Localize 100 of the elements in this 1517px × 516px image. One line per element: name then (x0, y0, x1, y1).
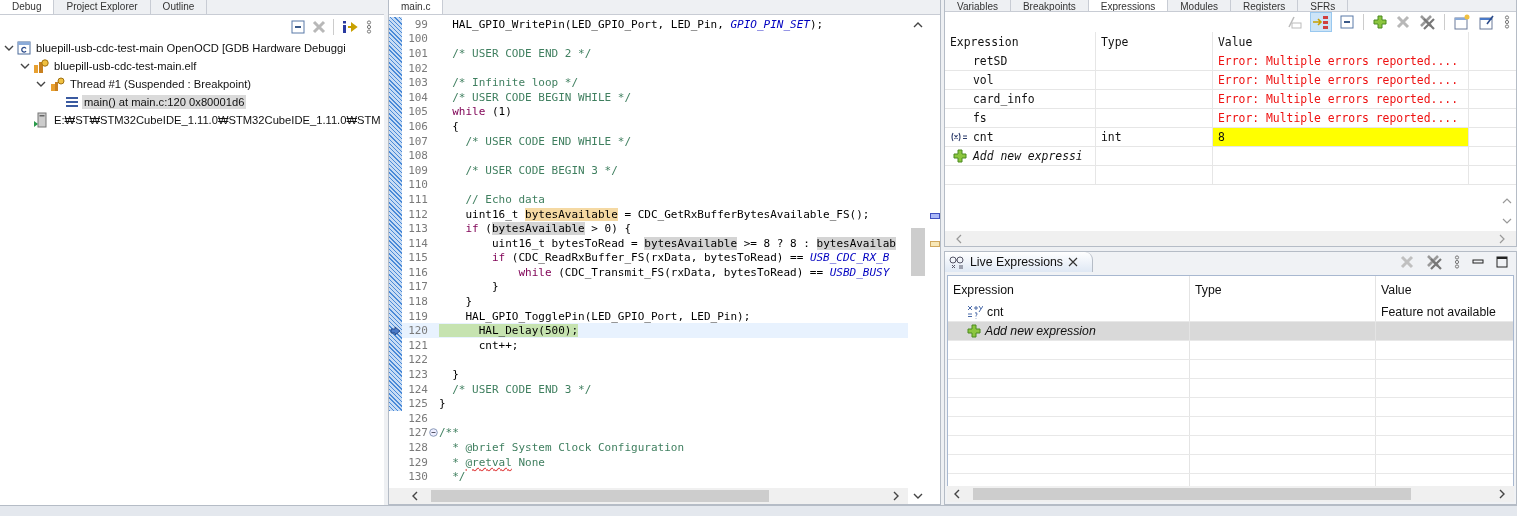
scroll-up-icon[interactable] (913, 21, 923, 29)
code-line: HAL_GPIO_WritePin(LED_GPIO_Port, LED_Pin, GPIO_PIN_SET); (451, 17, 824, 31)
scroll-right-icon[interactable] (1498, 489, 1506, 499)
code-line: uint16_t bytesAvailable = CDC_GetRxBufferBytesAvailable_FS(); (464, 207, 870, 221)
view-tab[interactable]: Expressions (1088, 0, 1169, 12)
code-line: */ (451, 470, 466, 484)
expression-name: cnt (987, 305, 1004, 319)
view-tab[interactable]: Project Explorer (54, 0, 151, 14)
value-text: Error: Multiple errors reported.... (1218, 53, 1459, 68)
line-number: 108 (407, 149, 428, 163)
menu-icon[interactable] (1504, 15, 1510, 30)
server-icon (33, 112, 49, 128)
tree-item[interactable]: bluepill-usb-cdc-test-main.elf (52, 59, 199, 73)
code-line: } (490, 280, 499, 294)
code-line: while (CDC_Transmit_FS(rxData, bytesToRead) == USBD_BUSY (517, 265, 890, 279)
pin-window-icon[interactable] (1479, 14, 1495, 31)
column-header[interactable]: Value (1213, 31, 1469, 52)
expression-name[interactable]: Add new expressi (973, 148, 1083, 163)
tree-item[interactable]: E:₩ST₩STM32CubeIDE_1.11.0₩STM32CubeIDE_1.11.0₩STM (52, 113, 383, 127)
line-number: 112 (407, 207, 428, 221)
scrollbar-thumb[interactable] (911, 228, 925, 276)
occurrence-marker[interactable] (930, 241, 940, 247)
column-header[interactable]: Expression (948, 276, 1190, 303)
add-icon[interactable] (1373, 15, 1387, 30)
line-number: 99 (413, 17, 428, 31)
value-text: Error: Multiple errors reported.... (1218, 110, 1459, 125)
fold-toggle-icon[interactable] (429, 428, 438, 438)
expand-toggle-icon[interactable] (20, 61, 30, 71)
column-header[interactable]: Type (1096, 31, 1213, 52)
editor-tab[interactable]: main.c (389, 0, 444, 14)
process-gear-icon (33, 58, 49, 74)
code-line: /* USER CODE END 2 */ (451, 47, 592, 60)
glasses-icon (949, 255, 965, 269)
scroll-left-icon[interactable] (953, 489, 961, 499)
expression-name: cnt (973, 129, 994, 144)
collapse-all-icon[interactable] (1340, 15, 1354, 30)
column-header[interactable]: Expression (945, 31, 1096, 52)
code-line: } (464, 295, 473, 309)
line-number: 118 (407, 295, 428, 309)
line-number: 120 (407, 324, 428, 338)
line-number: 103 (407, 76, 428, 90)
maximize-icon[interactable] (1496, 256, 1508, 268)
tree-item[interactable]: main() at main.c:120 0x80001d6 (82, 95, 247, 109)
expression-icon (967, 305, 983, 319)
line-number: 123 (407, 368, 428, 382)
line-number: 125 (407, 397, 428, 411)
line-number: 114 (407, 236, 428, 250)
line-number: 129 (407, 455, 428, 469)
view-tab[interactable]: Outline (150, 0, 208, 14)
scroll-down-icon[interactable] (913, 492, 923, 500)
menu-icon[interactable] (1454, 255, 1460, 269)
tree-item[interactable]: bluepill-usb-cdc-test-main OpenOCD [GDB Hardware Debuggi (34, 41, 348, 55)
expand-toggle-icon[interactable] (4, 43, 14, 53)
view-tab[interactable]: Modules (1168, 0, 1232, 12)
menu-icon[interactable] (366, 20, 372, 34)
view-tab[interactable]: Debug (0, 0, 55, 14)
code-line: HAL_GPIO_TogglePin(LED_GPIO_Port, LED_Pin); (464, 309, 751, 323)
view-tab[interactable]: Live Expressions (945, 252, 1093, 272)
remove-all-icon[interactable] (1426, 254, 1442, 270)
stack-frame-icon (65, 96, 79, 108)
code-line: /* USER CODE BEGIN WHILE */ (451, 90, 632, 104)
new-window-icon[interactable] (1454, 14, 1470, 31)
tree-item[interactable]: Thread #1 (Suspended : Breakpoint) (68, 77, 253, 91)
scroll-left-icon[interactable] (411, 491, 419, 501)
code-line: if (bytesAvailable > 0) { (464, 222, 632, 236)
expand-toggle-icon[interactable] (36, 79, 46, 89)
code-line: * @brief System Clock Configuration (451, 441, 685, 454)
view-tab[interactable]: Breakpoints (1010, 0, 1089, 12)
scrollbar-thumb[interactable] (973, 488, 1411, 500)
expression-name: vol (973, 72, 994, 87)
view-tab[interactable]: Registers (1231, 0, 1299, 12)
line-number: 106 (407, 119, 428, 133)
scrollbar-thumb[interactable] (431, 490, 770, 502)
layout-toggle-icon[interactable] (1311, 13, 1331, 32)
add-icon (967, 324, 981, 338)
code-line: if (CDC_ReadRxBuffer_FS(rxData, bytesToRead) == USB_CDC_RX_B (490, 251, 890, 265)
line-number: 117 (407, 280, 428, 294)
line-number: 113 (407, 222, 428, 236)
scroll-right-icon[interactable] (892, 491, 900, 501)
view-tab[interactable]: SFRs (1298, 0, 1349, 12)
line-number: 102 (407, 61, 428, 75)
collapse-all-icon[interactable] (291, 20, 305, 34)
table-row[interactable]: Add new expression (948, 322, 1513, 341)
add-icon (953, 148, 967, 163)
expression-name: retSD (973, 53, 1008, 68)
occurrence-marker[interactable] (930, 213, 940, 219)
column-header[interactable]: Value (1376, 276, 1513, 303)
view-title: Live Expressions (970, 255, 1063, 269)
expression-name: card_info (973, 91, 1035, 106)
code-line: } (439, 397, 446, 411)
column-header[interactable]: Type (1190, 276, 1376, 303)
code-line: * @retval None (451, 455, 545, 469)
c-file-icon (17, 41, 31, 55)
line-number: 127 (407, 426, 428, 440)
view-tab[interactable]: Variables (945, 0, 1011, 12)
step-mode-icon[interactable] (341, 20, 359, 34)
value-text: Error: Multiple errors reported.... (1218, 91, 1459, 106)
close-icon[interactable] (1067, 257, 1078, 267)
remove-all-icon[interactable] (1419, 14, 1435, 31)
line-number: 119 (407, 309, 428, 323)
